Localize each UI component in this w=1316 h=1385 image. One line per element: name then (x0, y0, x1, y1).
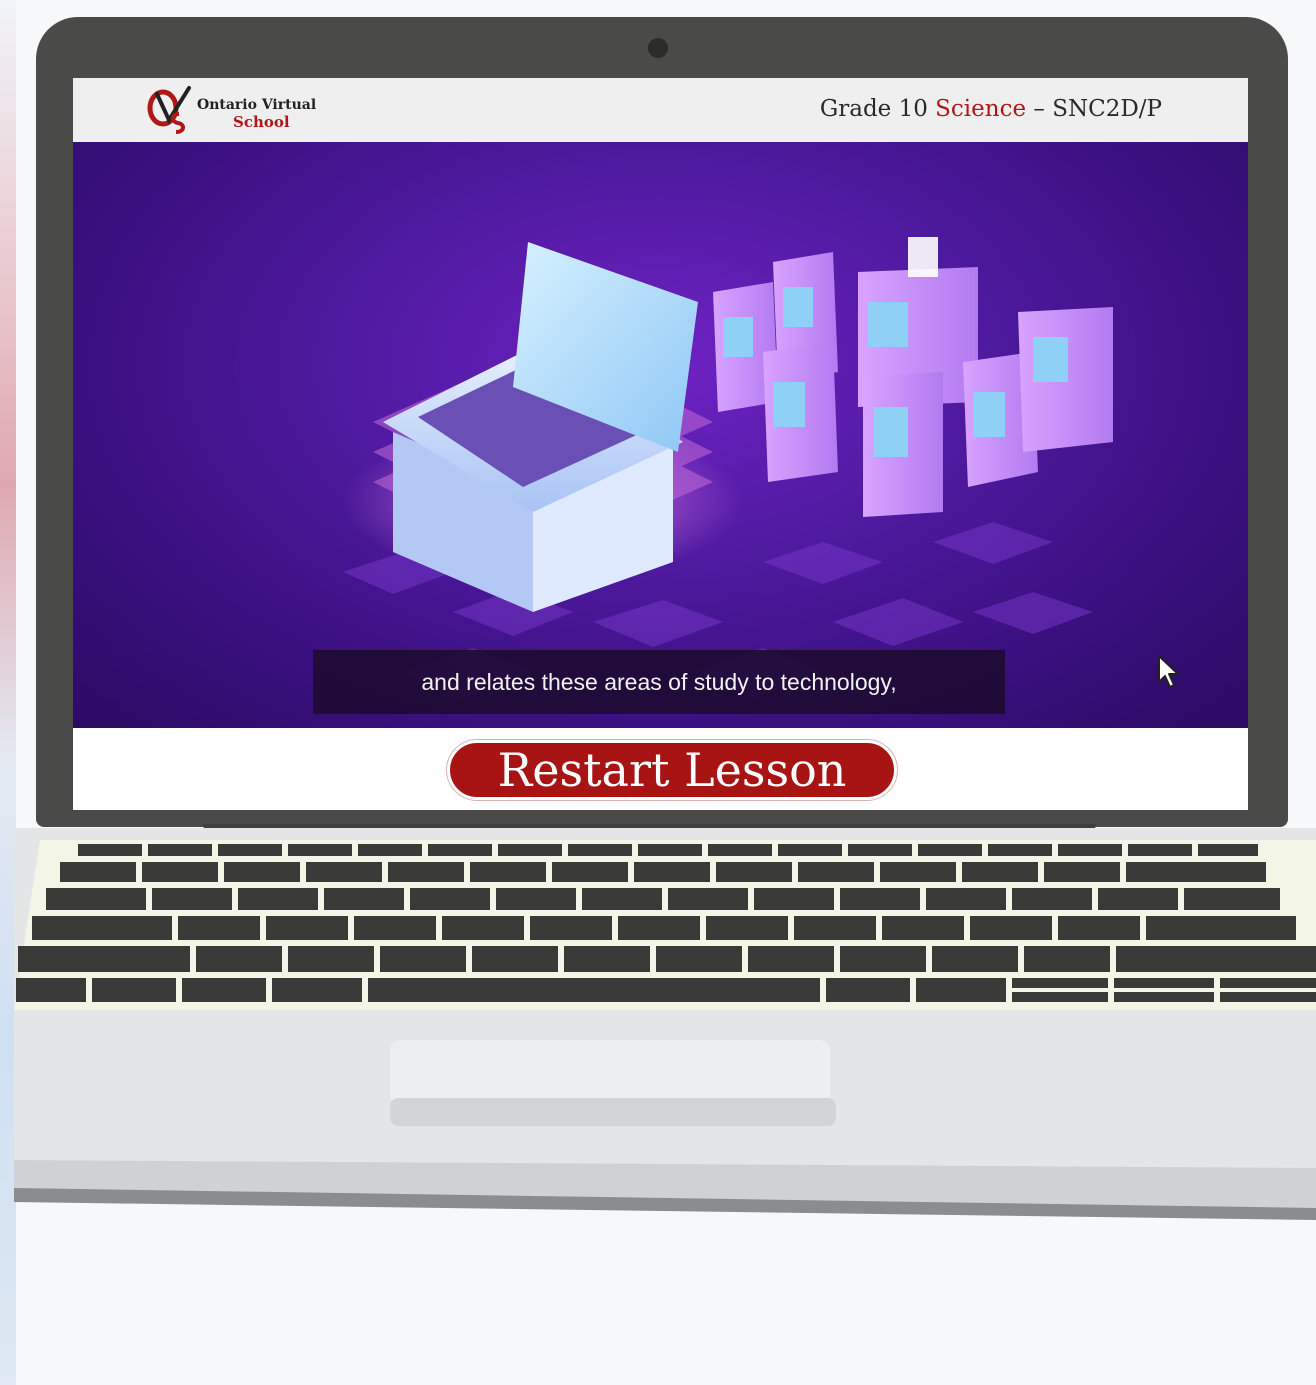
course-title-subject: Science (935, 96, 1027, 122)
keyboard-row-2 (60, 862, 1266, 882)
course-title-prefix: Grade 10 (819, 96, 936, 122)
keyboard-row-5 (18, 946, 1316, 972)
video-caption: and relates these areas of study to tech… (313, 650, 1005, 714)
keyboard-row-4 (32, 916, 1296, 940)
logo-line-2: School (233, 113, 290, 131)
logo-line-1: Ontario Virtual (197, 97, 317, 113)
school-logo-text: Ontario Virtual School (197, 97, 347, 131)
lesson-header: Ontario Virtual School Grade 10 Science … (73, 78, 1248, 143)
lesson-controls: Restart Lesson (73, 728, 1248, 810)
laptop-screen: Ontario Virtual School Grade 10 Science … (73, 78, 1248, 810)
course-title-code: – SNC2D/P (1026, 96, 1162, 122)
trackpad (390, 1040, 830, 1106)
lesson-video[interactable]: and relates these areas of study to tech… (73, 142, 1248, 728)
keyboard-row-1 (78, 844, 1258, 856)
mouse-pointer-icon (1158, 655, 1179, 688)
ovs-logo-icon (147, 86, 191, 134)
laptop-keyboard-deck (14, 828, 1316, 1220)
video-frame-illustration (343, 237, 1113, 698)
restart-lesson-button[interactable]: Restart Lesson (447, 740, 897, 800)
webcam-icon (648, 38, 668, 58)
course-title: Grade 10 Science – SNC2D/P (820, 96, 1162, 122)
